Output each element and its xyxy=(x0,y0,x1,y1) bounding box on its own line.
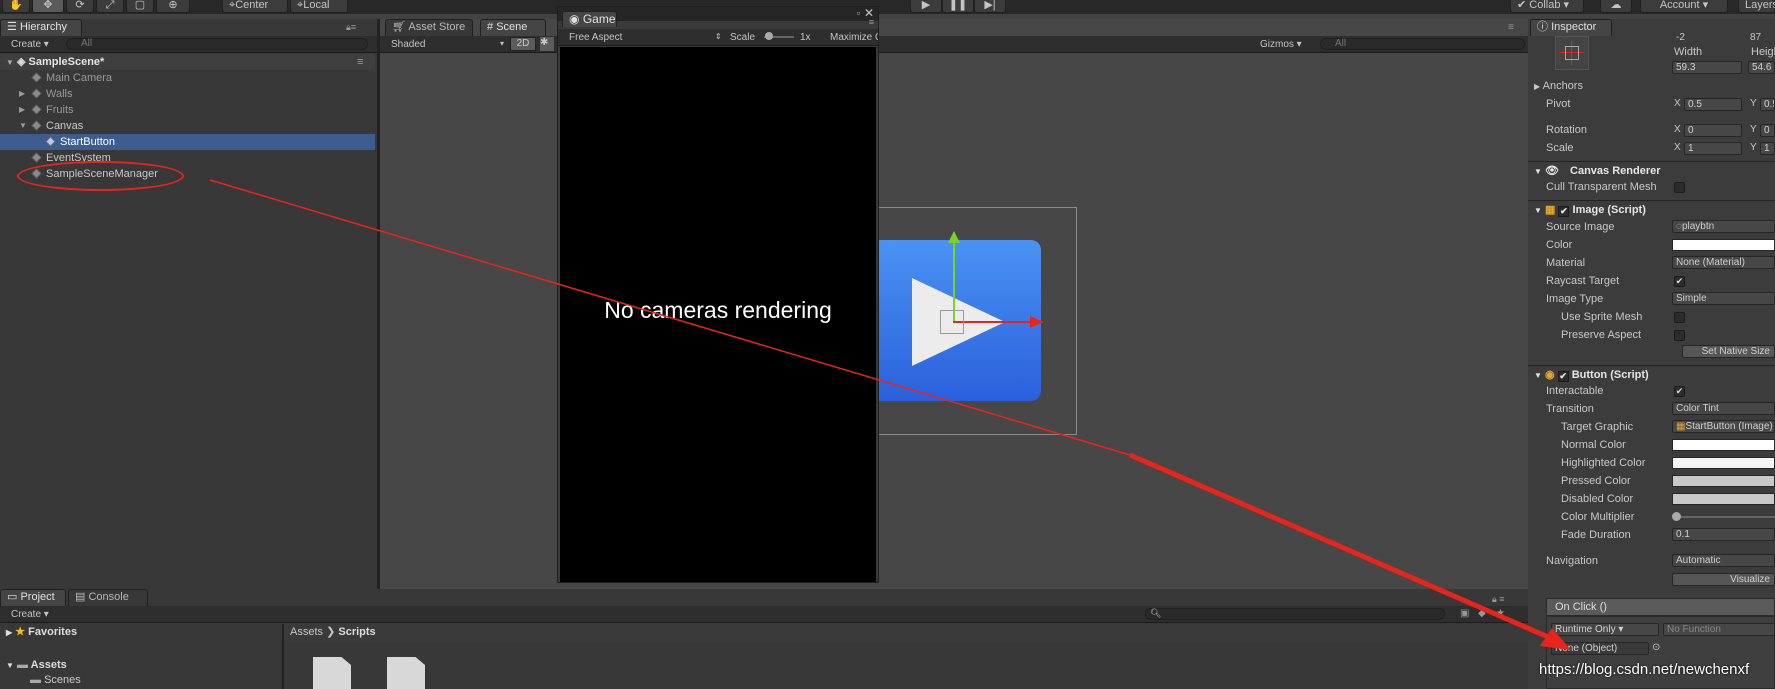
watermark: https://blog.csdn.net/newchenxf xyxy=(1539,661,1750,678)
annotation-arrow xyxy=(209,179,1571,650)
